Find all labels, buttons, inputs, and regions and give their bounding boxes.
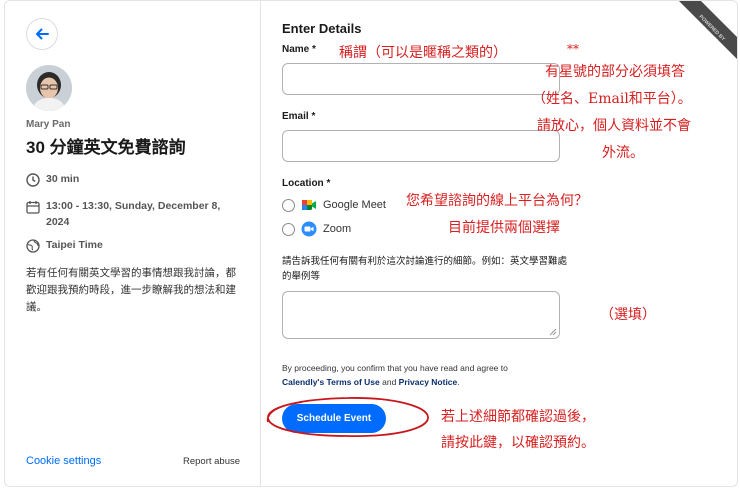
annotation-circle <box>266 397 429 437</box>
zoom-label: Zoom <box>323 223 352 235</box>
event-title: 30 分鐘英文免費諮詢 <box>26 138 186 157</box>
calendar-icon <box>26 201 40 214</box>
datetime-text: 13:00 - 13:30, Sunday, December 8, 2024 <box>46 200 221 228</box>
annotation-required-3: 請放心，個人資料並不會 <box>537 118 691 134</box>
name-input[interactable] <box>282 63 560 95</box>
clock-icon <box>26 173 40 187</box>
event-datetime: 13:00 - 13:30, Sunday, December 8, 2024 <box>26 198 236 230</box>
consent-end: . <box>457 377 460 387</box>
annotation-confirm-1: 若上述細節都確認過後， <box>441 409 595 425</box>
notes-label: 請告訴我任何有關有利於這次討論進行的細節。例如：英文學習難處的舉例等 <box>282 256 568 282</box>
cookie-settings-link[interactable]: Cookie settings <box>26 455 101 467</box>
globe-icon <box>26 239 40 253</box>
zoom-icon <box>301 221 317 237</box>
consent-prefix: By proceeding, you confirm that you have… <box>282 363 508 373</box>
terms-of-use-link[interactable]: Calendly's Terms of Use <box>282 377 380 387</box>
event-info-panel: Mary Pan 30 分鐘英文免費諮詢 30 min 13:00 - 13:3… <box>5 1 261 486</box>
email-input[interactable] <box>282 130 560 162</box>
annotation-platform-1: 您希望諮詢的線上平台為何？ <box>406 193 588 209</box>
event-description: 若有任何有關英文學習的事情想跟我討論，都歡迎跟我預約時段，進一步瞭解我的想法和建… <box>26 267 236 313</box>
location-label: Location * <box>282 178 331 189</box>
location-option-google-meet[interactable]: Google Meet <box>282 197 386 213</box>
report-abuse-link[interactable]: Report abuse <box>183 456 240 467</box>
annotation-required-1: 有星號的部分必須填答 <box>545 64 685 80</box>
consent-and: and <box>379 377 399 387</box>
radio-google-meet[interactable] <box>282 198 295 212</box>
annotation-name-hint: 稱謂（可以是暱稱之類的） <box>339 45 507 61</box>
annotation-optional: （選填） <box>600 307 656 323</box>
resize-handle-icon <box>549 328 557 336</box>
email-label: Email * <box>282 111 316 122</box>
avatar <box>26 65 72 111</box>
timezone-text: Taipei Time <box>46 239 103 251</box>
google-meet-label: Google Meet <box>323 199 386 211</box>
notes-textarea[interactable] <box>282 291 560 339</box>
host-name: Mary Pan <box>26 119 71 130</box>
annotation-confirm-2: 請按此鍵，以確認預約。 <box>441 435 595 451</box>
annotation-platform-2: 目前提供兩個選擇 <box>448 220 560 236</box>
event-duration: 30 min <box>26 173 79 187</box>
radio-zoom[interactable] <box>282 222 295 236</box>
annotation-required-4: 外流。 <box>602 145 644 161</box>
consent-text: By proceeding, you confirm that you have… <box>282 361 572 389</box>
name-label: Name * <box>282 44 316 55</box>
form-heading: Enter Details <box>282 21 362 36</box>
duration-text: 30 min <box>46 173 80 185</box>
annotation-stars: ** <box>567 42 579 56</box>
privacy-notice-link[interactable]: Privacy Notice <box>399 377 458 387</box>
event-timezone: Taipei Time <box>26 239 103 253</box>
google-meet-icon <box>302 200 316 210</box>
back-button[interactable] <box>26 18 58 50</box>
location-option-zoom[interactable]: Zoom <box>282 221 351 237</box>
annotation-required-2: （姓名、Email和平台）。 <box>532 91 692 107</box>
arrow-left-icon <box>36 28 49 40</box>
